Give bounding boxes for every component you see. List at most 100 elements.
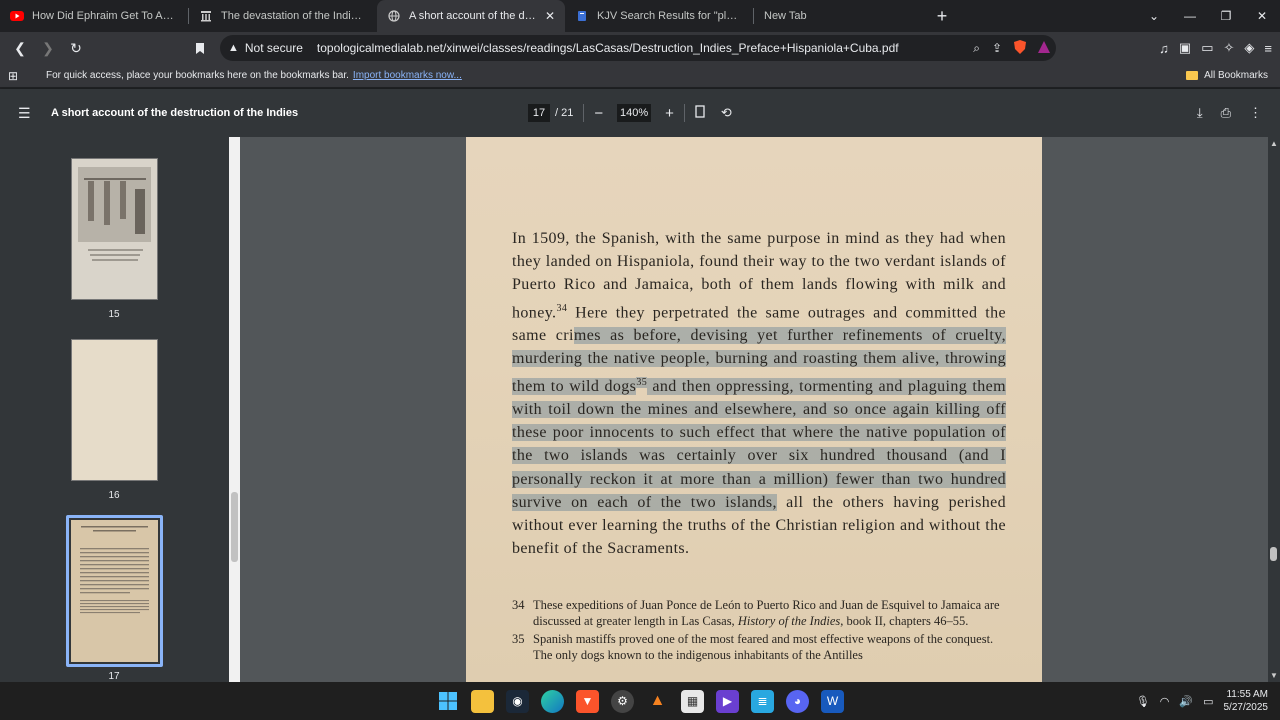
- thumbnail-label: 17: [108, 671, 120, 682]
- browser-toolbar: ❮ ❯ ↻ ▲ Not secure topologicalmedialab.n…: [0, 32, 1280, 64]
- viewer-scroll-thumb[interactable]: [1270, 547, 1277, 561]
- zoom-input[interactable]: 140%: [617, 104, 652, 122]
- app-icon[interactable]: ⚙: [611, 689, 634, 713]
- menu-icon[interactable]: ≡: [1264, 41, 1272, 56]
- tab-archive[interactable]: The devastation of the Indies : a brief …: [189, 0, 377, 32]
- thumbnail-page-current[interactable]: [71, 520, 158, 662]
- divider: [583, 104, 585, 122]
- scroll-down-arrow-icon[interactable]: ▼: [1270, 671, 1278, 680]
- brave-rewards-icon[interactable]: [1038, 40, 1050, 56]
- notepad-icon[interactable]: ≣: [751, 689, 774, 713]
- close-tab-icon[interactable]: ✕: [545, 9, 555, 23]
- thumbnail-label: 16: [108, 490, 120, 501]
- zoom-out-icon[interactable]: −: [594, 105, 603, 122]
- bookmark-icon[interactable]: [188, 36, 212, 60]
- page-body-text[interactable]: In 1509, the Spanish, with the same purp…: [512, 227, 1007, 561]
- all-bookmarks-label: All Bookmarks: [1204, 70, 1268, 81]
- media-icon[interactable]: ♫: [1159, 41, 1169, 56]
- close-window-icon[interactable]: ✕: [1244, 0, 1280, 32]
- zoom-magnifier-icon[interactable]: ⌕: [973, 41, 980, 56]
- thumbnail-page[interactable]: [71, 339, 158, 481]
- brave-shields-icon[interactable]: [1014, 39, 1026, 57]
- text-thumbnail: [80, 526, 149, 614]
- leo-ai-icon[interactable]: ✧: [1224, 40, 1235, 56]
- page-total: / 21: [555, 107, 574, 119]
- import-bookmarks-link[interactable]: Import bookmarks now...: [353, 70, 462, 81]
- wifi-icon[interactable]: ◠: [1160, 695, 1170, 708]
- microphone-icon[interactable]: 🎙: [1136, 695, 1150, 708]
- sidebar-scrollbar[interactable]: [229, 137, 240, 682]
- security-status[interactable]: Not secure: [245, 41, 303, 55]
- url-text[interactable]: topologicalmedialab.net/xinwei/classes/r…: [317, 41, 899, 55]
- tab-new[interactable]: New Tab: [754, 0, 924, 32]
- edge-icon[interactable]: [541, 689, 564, 713]
- address-bar[interactable]: ▲ Not secure topologicalmedialab.net/xin…: [220, 35, 1056, 61]
- tab-search-icon[interactable]: ⌄: [1136, 0, 1172, 32]
- tab-kjv[interactable]: KJV Search Results for "pleasant" All: [565, 0, 753, 32]
- more-options-icon[interactable]: ⋮: [1249, 105, 1262, 121]
- windows-start-icon[interactable]: [436, 690, 459, 713]
- tab-title: How Did Ephraim Get To America?: [32, 10, 178, 22]
- vlc-icon[interactable]: ▲: [646, 690, 669, 713]
- tab-title: New Tab: [764, 10, 807, 22]
- new-tab-button[interactable]: +: [928, 2, 956, 30]
- forward-icon[interactable]: ❯: [36, 36, 60, 60]
- fit-page-icon[interactable]: [695, 105, 705, 121]
- volume-icon[interactable]: 🔊: [1179, 695, 1193, 708]
- steam-icon[interactable]: ◉: [506, 689, 529, 713]
- sidebar-icon[interactable]: ▣: [1179, 40, 1191, 56]
- archive-icon: [199, 9, 213, 23]
- sidebar-toggle-icon[interactable]: ☰: [18, 105, 38, 122]
- footnote-number: 35: [512, 632, 525, 646]
- print-icon[interactable]: ⎙: [1221, 105, 1231, 121]
- date: 5/27/2025: [1223, 702, 1269, 713]
- back-icon[interactable]: ❮: [8, 36, 32, 60]
- pdf-actions: ⤓ ⎙ ⋮: [1197, 89, 1262, 137]
- share-icon[interactable]: ⇪: [992, 41, 1002, 55]
- pdf-viewer[interactable]: In 1509, the Spanish, with the same purp…: [240, 137, 1280, 682]
- file-explorer-icon[interactable]: [471, 689, 494, 713]
- bookmarks-message: For quick access, place your bookmarks h…: [46, 70, 349, 81]
- thumbnail-label: 15: [108, 309, 120, 320]
- bible-icon: [575, 9, 589, 23]
- download-icon[interactable]: ⤓: [1197, 105, 1203, 121]
- all-bookmarks-button[interactable]: All Bookmarks: [1186, 70, 1268, 81]
- illustration-thumbnail: [78, 167, 151, 261]
- restore-icon[interactable]: ❐: [1208, 0, 1244, 32]
- apps-grid-icon[interactable]: ⊞: [8, 69, 24, 83]
- page-number-input[interactable]: 17: [528, 104, 550, 122]
- viewer-scrollbar[interactable]: ▲ ▼: [1268, 137, 1280, 682]
- discord-icon[interactable]: ◕: [786, 689, 809, 713]
- bookmarks-bar: ⊞ For quick access, place your bookmarks…: [0, 64, 1280, 88]
- system-tray: 🎙 ◠ 🔊 ▭ 11:55 AM 5/27/2025: [1136, 682, 1268, 720]
- word-icon[interactable]: W: [821, 689, 844, 713]
- divider: [683, 104, 685, 122]
- brave-icon[interactable]: ▼: [576, 689, 599, 713]
- scroll-up-arrow-icon[interactable]: ▲: [1270, 139, 1278, 148]
- tab-pdf-active[interactable]: A short account of the destruction of th…: [377, 0, 565, 32]
- store-icon[interactable]: ▦: [681, 689, 704, 713]
- vpn-icon[interactable]: ◈: [1244, 40, 1254, 56]
- tab-youtube[interactable]: How Did Ephraim Get To America?: [0, 0, 188, 32]
- globe-icon: [387, 9, 401, 23]
- reload-icon[interactable]: ↻: [64, 36, 88, 60]
- warning-icon[interactable]: ▲: [228, 42, 239, 54]
- video-editor-icon[interactable]: ▶: [716, 689, 739, 713]
- selected-text[interactable]: and then oppressing, tormenting and plag…: [512, 377, 1006, 511]
- clock[interactable]: 11:55 AM 5/27/2025: [1224, 688, 1269, 714]
- minimize-icon[interactable]: —: [1172, 0, 1208, 32]
- youtube-icon: [10, 9, 24, 23]
- thumbnail-page[interactable]: [71, 158, 158, 300]
- pdf-page[interactable]: In 1509, the Spanish, with the same purp…: [466, 137, 1042, 682]
- toolbar-right: ♫ ▣ ▭ ✧ ◈ ≡: [1159, 32, 1272, 64]
- sidebar-scroll-thumb[interactable]: [231, 492, 238, 562]
- zoom-in-icon[interactable]: +: [665, 105, 674, 122]
- footnotes: 34 These expeditions of Juan Ponce de Le…: [512, 597, 1006, 665]
- rotate-icon[interactable]: ⟲: [721, 105, 732, 121]
- battery-icon[interactable]: ▭: [1203, 695, 1213, 708]
- wallet-icon[interactable]: ▭: [1201, 40, 1213, 56]
- pdf-title: A short account of the destruction of th…: [51, 107, 299, 119]
- time: 11:55 AM: [1226, 689, 1268, 700]
- footnote-ref-34: 34: [556, 302, 568, 314]
- tab-title: The devastation of the Indies : a brief …: [221, 10, 367, 22]
